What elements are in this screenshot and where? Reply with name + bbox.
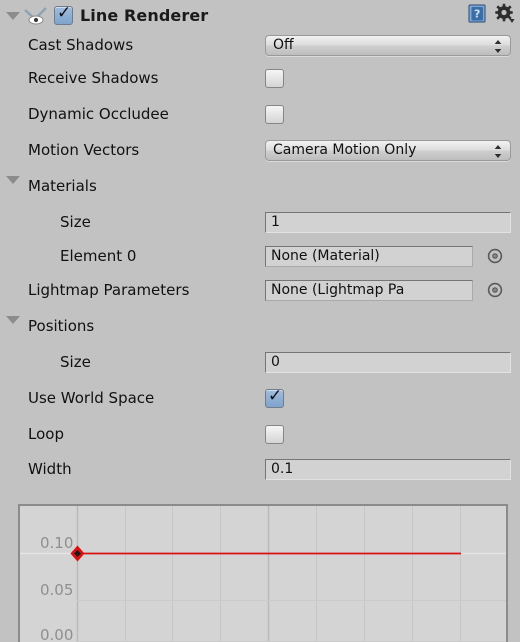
row-positions-size: Size 0 — [0, 344, 520, 380]
row-receive-shadows: Receive Shadows — [0, 60, 520, 96]
component-title: Line Renderer — [80, 5, 209, 25]
receive-shadows-label: Receive Shadows — [28, 69, 159, 87]
row-use-world-space: Use World Space ✓ — [0, 380, 520, 416]
row-lightmap-parameters: Lightmap Parameters None (Lightmap Pa — [0, 272, 520, 308]
cast-shadows-value: Off — [273, 37, 294, 53]
motion-vectors-label: Motion Vectors — [28, 141, 140, 159]
width-curve-editor[interactable]: 0.10 0.05 0.00 — [18, 504, 508, 642]
materials-size-input[interactable]: 1 — [265, 211, 511, 233]
lightmap-parameters-object-picker-icon[interactable] — [487, 282, 503, 298]
cast-shadows-dropdown[interactable]: Off — [265, 34, 511, 56]
width-value: 0.1 — [271, 461, 294, 477]
loop-checkbox[interactable] — [265, 424, 284, 444]
row-motion-vectors: Motion Vectors Camera Motion Only — [0, 132, 520, 168]
positions-size-input[interactable]: 0 — [265, 351, 511, 373]
checkmark-icon: ✓ — [268, 385, 283, 406]
materials-size-label: Size — [60, 213, 91, 231]
lightmap-parameters-value: None (Lightmap Pa — [271, 282, 405, 298]
width-input[interactable]: 0.1 — [265, 458, 511, 480]
row-materials-foldout[interactable]: Materials — [0, 168, 520, 204]
width-label: Width — [28, 460, 72, 478]
row-loop: Loop — [0, 416, 520, 452]
row-materials-element-0: Element 0 None (Material) — [0, 240, 520, 272]
gear-icon[interactable] — [494, 3, 516, 25]
svg-text:?: ? — [474, 8, 480, 21]
lightmap-parameters-label: Lightmap Parameters — [28, 281, 190, 299]
row-positions-foldout[interactable]: Positions — [0, 308, 520, 344]
cast-shadows-label: Cast Shadows — [28, 36, 134, 54]
row-materials-size: Size 1 — [0, 204, 520, 240]
element-0-value: None (Material) — [271, 248, 380, 264]
component-enabled-checkbox[interactable]: ✓ — [54, 2, 73, 25]
row-cast-shadows: Cast Shadows Off — [0, 30, 520, 60]
component-header[interactable]: ✓ Line Renderer ? — [0, 0, 520, 30]
component-foldout-toggle[interactable] — [4, 6, 22, 24]
motion-vectors-value: Camera Motion Only — [273, 142, 417, 158]
positions-foldout-icon[interactable] — [6, 316, 20, 324]
curve-ylabel-1: 0.05 — [40, 581, 73, 599]
motion-vectors-dropdown[interactable]: Camera Motion Only — [265, 139, 511, 161]
checkmark-icon: ✓ — [57, 2, 72, 23]
element-0-object-picker-icon[interactable] — [487, 248, 503, 264]
materials-foldout-icon[interactable] — [6, 176, 20, 184]
positions-size-value: 0 — [271, 354, 280, 370]
use-world-space-label: Use World Space — [28, 389, 155, 407]
element-0-label: Element 0 — [60, 247, 137, 265]
line-renderer-inspector: ✓ Line Renderer ? Cast Shadows Off Recei… — [0, 0, 520, 642]
header-actions: ? — [466, 3, 516, 25]
chevron-updown-icon — [494, 39, 502, 54]
chevron-updown-icon — [494, 144, 502, 159]
dynamic-occludee-label: Dynamic Occludee — [28, 105, 169, 123]
row-dynamic-occludee: Dynamic Occludee — [0, 96, 520, 132]
positions-size-label: Size — [60, 353, 91, 371]
line-renderer-icon — [23, 5, 49, 25]
curve-ylabel-2: 0.00 — [40, 626, 73, 642]
element-0-object-field[interactable]: None (Material) — [265, 245, 473, 267]
use-world-space-checkbox[interactable]: ✓ — [265, 385, 284, 408]
materials-size-value: 1 — [271, 214, 280, 230]
row-width: Width 0.1 — [0, 452, 520, 486]
curve-ylabel-0: 0.10 — [40, 534, 73, 552]
loop-label: Loop — [28, 425, 64, 443]
curve-graph: 0.10 0.05 0.00 — [20, 506, 506, 642]
help-book-icon[interactable]: ? — [466, 3, 488, 25]
lightmap-parameters-object-field[interactable]: None (Lightmap Pa — [265, 279, 473, 301]
dynamic-occludee-checkbox[interactable] — [265, 104, 284, 124]
receive-shadows-checkbox[interactable] — [265, 68, 284, 88]
